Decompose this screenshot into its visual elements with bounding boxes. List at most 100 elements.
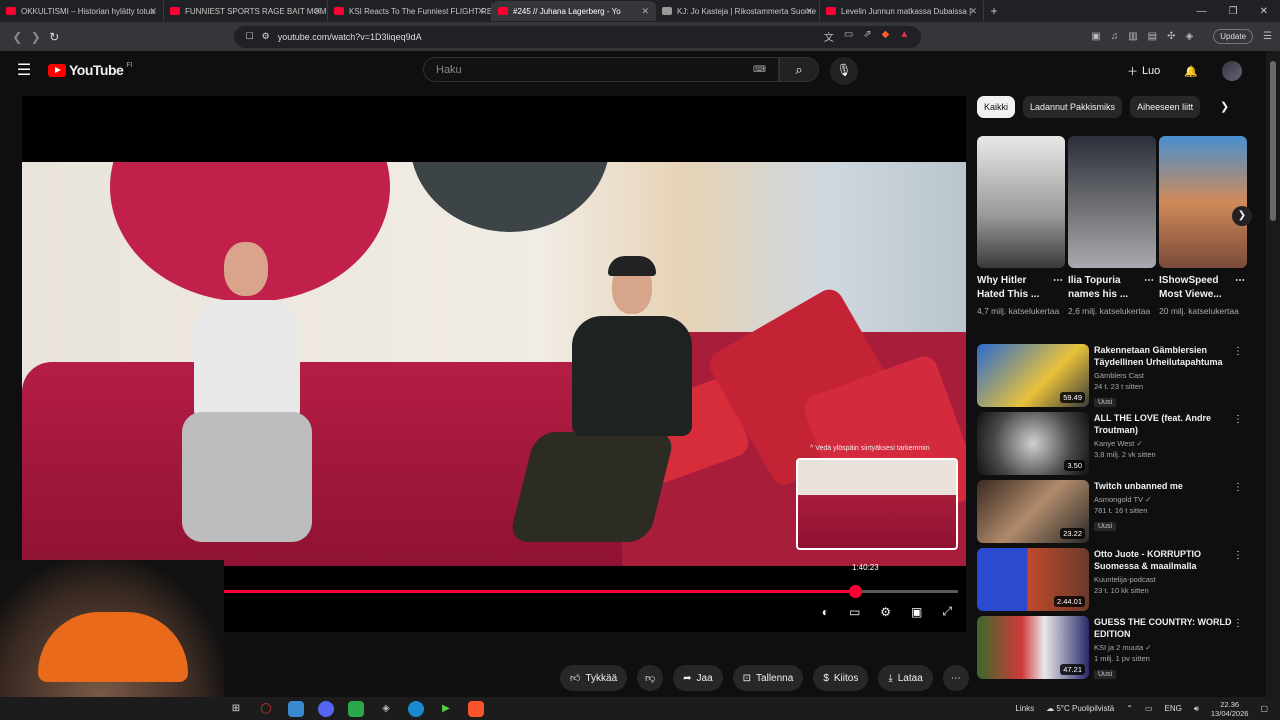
short-card[interactable]: Ilia Topuria names his ... ⋯ 2,6 milj. ka…	[1068, 136, 1156, 318]
save-button[interactable]: ⊡ Tallenna	[732, 665, 804, 691]
more-icon[interactable]: ⋮	[1233, 414, 1243, 425]
progress-scrubber[interactable]	[848, 585, 862, 598]
short-card[interactable]: Why Hitler Hated This ... ⋯ 4,7 milj. kat…	[977, 136, 1065, 318]
like-button[interactable]: 👍︎ Tykkää	[560, 665, 628, 691]
opera-icon[interactable]: ◯	[258, 701, 274, 717]
links-toolbar[interactable]: Links	[1015, 704, 1034, 713]
youtube-logo[interactable]: YouTube FI	[48, 62, 133, 78]
video-thumbnail[interactable]: 47.21	[977, 616, 1089, 679]
download-button[interactable]: ⤓ Lataa	[878, 665, 933, 691]
video-thumbnail[interactable]: 59.49	[977, 344, 1089, 407]
search-input[interactable]: Haku ⌨	[423, 57, 779, 82]
bookmark-icon[interactable]: ☐	[246, 31, 254, 42]
short-thumbnail[interactable]	[1068, 136, 1156, 268]
video-thumbnail[interactable]: 3.50	[977, 412, 1089, 475]
list-item[interactable]: 2.44.01 Otto Juote - KORRUPTIO Suomessa …	[977, 548, 1247, 616]
brave-icon[interactable]	[468, 700, 484, 717]
page-scrollbar[interactable]	[1266, 51, 1280, 697]
settings-gear-icon[interactable]: ⚙	[880, 605, 891, 619]
translate-icon[interactable]: 文	[824, 29, 834, 44]
more-icon[interactable]: ⋮	[1233, 482, 1243, 493]
browser-tab[interactable]: Levelin Junnun matkassa Dubaissa | ✕	[820, 1, 984, 21]
more-icon[interactable]: ⋯	[1053, 274, 1063, 288]
play-icon[interactable]: ▶	[438, 701, 454, 717]
search-button[interactable]: ⌕	[779, 57, 819, 82]
list-item[interactable]: 59.49 Rakennetaan Gämblersien Täydelline…	[977, 344, 1247, 412]
brave-rewards-icon[interactable]: ▲	[899, 29, 909, 44]
share-icon[interactable]: ⇗	[863, 29, 871, 44]
wallet-icon[interactable]: ▤	[1148, 31, 1157, 42]
subtitles-icon[interactable]: ▭	[849, 605, 860, 619]
chip-all[interactable]: Kaikki	[977, 96, 1016, 118]
sidebar-icon[interactable]: ▥	[1128, 31, 1137, 42]
app-icon[interactable]	[288, 700, 304, 717]
brave-shields-icon[interactable]: ◆	[882, 29, 890, 44]
shorts-next-button[interactable]: ❯	[1232, 206, 1252, 226]
extension-icon[interactable]: ▣	[1091, 31, 1100, 42]
more-actions-button[interactable]: ⋯	[942, 665, 969, 691]
new-tab-button[interactable]: +	[984, 4, 1004, 18]
close-tab-icon[interactable]: ✕	[149, 6, 157, 17]
url-field[interactable]: ☐ ⚙ youtube.com/watch?v=1D3liqeq9dA 文 ▭ …	[233, 25, 922, 48]
close-tab-icon[interactable]: ✕	[969, 6, 977, 17]
voice-search-button[interactable]: 🎙	[830, 57, 858, 85]
browser-tab[interactable]: FUNNIEST SPORTS RAGE BAIT MOME ✕	[164, 1, 328, 21]
back-icon[interactable]: ❮	[8, 30, 27, 44]
task-view-icon[interactable]: ⊞	[228, 701, 244, 717]
short-card[interactable]: IShowSpeed Most Viewe... ⋯ 20 milj. katse…	[1159, 136, 1247, 318]
more-icon[interactable]: ⋮	[1233, 346, 1243, 357]
keyboard-icon[interactable]: ⌨	[753, 64, 766, 75]
theater-mode-icon[interactable]: ▣	[911, 605, 922, 619]
menu-icon[interactable]: ☰	[0, 60, 48, 80]
more-icon[interactable]: ⋯	[1235, 274, 1245, 288]
forward-icon[interactable]: ❯	[27, 30, 46, 44]
autoplay-toggle-icon[interactable]: ◐	[822, 605, 829, 619]
browser-tab-active[interactable]: #245 // Juhana Lagerberg - Yo ✕	[492, 1, 656, 21]
close-window-icon[interactable]: ✕	[1260, 6, 1268, 17]
account-avatar[interactable]	[1222, 61, 1242, 81]
short-thumbnail[interactable]	[977, 136, 1065, 268]
close-tab-icon[interactable]: ✕	[477, 6, 485, 17]
update-button[interactable]: Update	[1213, 29, 1254, 44]
more-icon[interactable]: ⋮	[1233, 550, 1243, 561]
menu-icon[interactable]: ☰	[1263, 31, 1272, 42]
browser-tab[interactable]: KJ: Jo Kasteja | Rikostammerta Suome ✕	[656, 1, 820, 21]
chevron-right-icon[interactable]: ❯	[1220, 100, 1229, 113]
notifications-icon[interactable]: ▢	[1260, 704, 1268, 713]
minimize-icon[interactable]: —	[1197, 6, 1207, 17]
video-player[interactable]: ^ Vedä ylöspäin siirtyäksesi tarkemmin 1…	[22, 96, 966, 632]
tray-chevron-icon[interactable]: ⌃	[1126, 704, 1133, 713]
vpn-icon[interactable]: ◈	[1186, 31, 1194, 42]
maximize-icon[interactable]: ❐	[1229, 6, 1238, 17]
close-tab-icon[interactable]: ✕	[805, 6, 813, 17]
edge-icon[interactable]	[408, 700, 424, 717]
shield-icon[interactable]: ◈	[378, 701, 394, 717]
close-tab-icon[interactable]: ✕	[641, 6, 649, 17]
thanks-button[interactable]: $ Kiitos	[813, 665, 869, 691]
site-info-icon[interactable]: ⚙	[262, 31, 270, 42]
list-item[interactable]: 23.22 Twitch unbanned me Asmongold TV ✓ …	[977, 480, 1247, 548]
notifications-bell-icon[interactable]: 🔔	[1184, 65, 1198, 78]
music-icon[interactable]: ♫	[1111, 31, 1119, 42]
puzzle-icon[interactable]: ✣	[1167, 31, 1175, 42]
create-button[interactable]: ＋ Luo	[1127, 63, 1160, 79]
browser-tab[interactable]: OKKULTISMI – Historian hylätty totuu ✕	[0, 1, 164, 21]
volume-icon[interactable]: 🔊︎	[1194, 704, 1199, 714]
chip-related[interactable]: Aiheeseen liitt	[1130, 96, 1201, 118]
more-icon[interactable]: ⋯	[1144, 274, 1154, 288]
more-icon[interactable]: ⋮	[1233, 618, 1243, 629]
browser-tab[interactable]: KSI Reacts To The Funniest FLIGHT RE ✕	[328, 1, 492, 21]
video-thumbnail[interactable]: 23.22	[977, 480, 1089, 543]
fullscreen-icon[interactable]: ⤢	[942, 604, 952, 619]
short-thumbnail[interactable]	[1159, 136, 1247, 268]
scrollbar-thumb[interactable]	[1270, 61, 1276, 221]
cast-icon[interactable]: ▭	[844, 29, 853, 44]
dislike-button[interactable]: 👎︎	[637, 665, 664, 691]
chip-uploader[interactable]: Ladannut Pakkismiks	[1023, 96, 1123, 118]
app-icon[interactable]	[348, 700, 364, 717]
weather-widget[interactable]: ☁ 5°C Puolipilvistä	[1046, 704, 1114, 713]
close-tab-icon[interactable]: ✕	[313, 6, 321, 17]
share-button[interactable]: ➦ Jaa	[673, 665, 723, 691]
discord-icon[interactable]	[318, 700, 334, 717]
reload-icon[interactable]: ↻	[45, 30, 64, 44]
